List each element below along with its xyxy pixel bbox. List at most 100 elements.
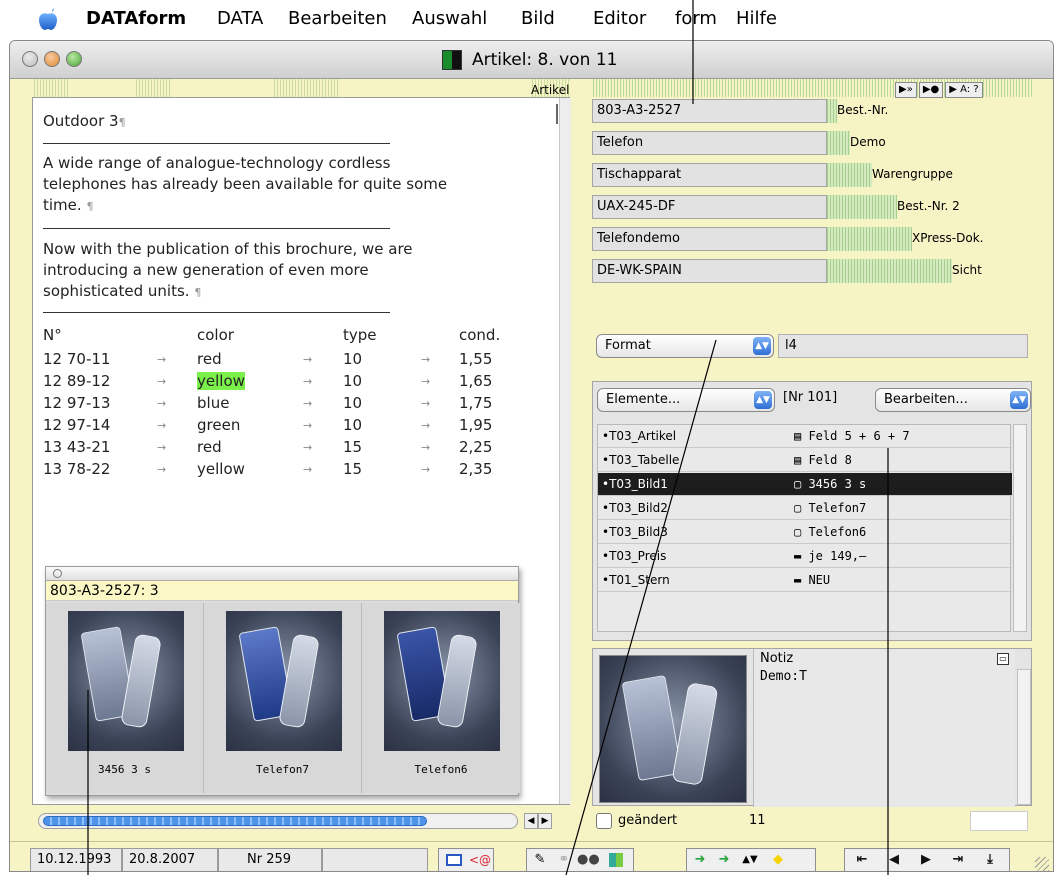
picker-image-cell[interactable]: Telefon6 [362, 603, 520, 793]
field-value[interactable]: Telefon [592, 131, 827, 155]
phone-photo-preview[interactable] [599, 655, 747, 803]
element-row[interactable]: •T03_Bild3 ▢ Telefon6 [598, 521, 1012, 544]
table-cell: green [197, 416, 241, 434]
next-record-icon[interactable]: ▶ [915, 851, 937, 869]
pencil-icon[interactable]: ✎ [529, 851, 551, 869]
bearbeiten-popup[interactable]: Bearbeiten... ▲▼ [875, 388, 1031, 412]
close-window-button[interactable] [22, 51, 38, 67]
move-tool-group: ➜ ➜ ▲▼ ◆ [686, 848, 816, 871]
table-cell: red [197, 438, 222, 456]
table-cell: 10 [343, 372, 363, 390]
changed-checkbox[interactable] [596, 813, 612, 829]
note-panel: Notiz Demo:T ▭ [592, 648, 1032, 807]
field-connector [827, 99, 837, 123]
article-text-editor[interactable]: Outdoor 3¶ A wide range of analogue-tech… [32, 97, 571, 805]
menu-bild[interactable]: Bild [521, 8, 555, 29]
window-view-icon[interactable] [443, 851, 465, 869]
table-cell: 10 [343, 394, 363, 412]
field-value[interactable]: UAX-245-DF [592, 195, 827, 219]
elements-popup[interactable]: Elemente... ▲▼ [597, 388, 775, 412]
tab-arrow-icon: → [157, 353, 167, 366]
green-arrow-right-icon[interactable]: ➜ [689, 851, 711, 869]
field-value[interactable]: Tischapparat [592, 163, 827, 187]
resize-grip-icon[interactable] [1035, 857, 1049, 871]
document-vertical-scrollbar[interactable] [559, 98, 571, 804]
table-header-color: color [197, 326, 234, 344]
element-name: •T03_Preis [602, 549, 667, 563]
element-row[interactable]: •T03_Tabelle ▤ Feld 8 [598, 449, 1012, 472]
changed-extra-field[interactable] [970, 811, 1028, 831]
field-value[interactable]: DE-WK-SPAIN [592, 259, 827, 283]
note-area[interactable]: Notiz Demo:T ▭ [753, 649, 1015, 807]
field-value[interactable]: Telefondemo [592, 227, 827, 251]
format-input[interactable]: l4 [778, 334, 1028, 358]
note-expand-icon[interactable]: ▭ [997, 653, 1009, 665]
table-cell: 1,95 [459, 416, 493, 434]
changed-label: geändert [618, 813, 678, 828]
artikel-field-label: Artikel [531, 83, 570, 97]
element-value: ▤ Feld 8 [794, 453, 852, 467]
thumbnail-caption: Telefon6 [414, 763, 468, 776]
picker-image-cell[interactable]: Telefon7 [204, 603, 362, 793]
main-window: Artikel: 8. von 11 Artikel Outdoor 3¶ A … [9, 40, 1054, 872]
format-popup[interactable]: Format ▲▼ [596, 334, 774, 358]
green-arrow-right-icon[interactable]: ➜ [713, 851, 735, 869]
unlink-icon[interactable]: ●● [577, 851, 600, 869]
field-value[interactable]: 803-A3-2527 [592, 99, 827, 123]
link-icon[interactable]: ⚭ [553, 851, 575, 869]
last-record-icon[interactable]: ⇥ [947, 851, 969, 869]
minimize-window-button[interactable] [44, 51, 60, 67]
menu-hilfe[interactable]: Hilfe [736, 8, 777, 29]
element-row[interactable]: •T03_Bild2 ▢ Telefon7 [598, 497, 1012, 520]
element-list-scrollbar[interactable] [1013, 424, 1027, 632]
element-row[interactable]: •T03_Artikel ▤ Feld 5 + 6 + 7 [598, 425, 1012, 448]
scroll-right-arrow-icon[interactable]: ▶ [538, 813, 552, 829]
element-row[interactable]: •T03_Preis ▬ je 149,– [598, 545, 1012, 568]
scroll-left-arrow-icon[interactable]: ◀ [524, 813, 538, 829]
phone-photo-thumbnail[interactable] [68, 611, 184, 751]
nav-next-button[interactable]: ▶» [895, 82, 917, 98]
menu-bearbeiten[interactable]: Bearbeiten [288, 8, 387, 29]
menu-app-dataform[interactable]: DATAform [86, 8, 186, 29]
yellow-arrow-left-icon[interactable]: ◆ [767, 851, 789, 869]
scroll-thumb[interactable] [43, 816, 427, 826]
picker-titlebar[interactable] [46, 567, 518, 581]
apple-menu-icon[interactable] [38, 8, 58, 30]
menu-auswahl[interactable]: Auswahl [412, 8, 487, 29]
element-value: ▢ Telefon7 [794, 501, 867, 515]
download-icon[interactable]: ⤓ [979, 851, 1001, 869]
tab-arrow-icon: → [303, 397, 313, 410]
email-link-icon[interactable]: <@ [469, 851, 491, 869]
previous-record-icon[interactable]: ◀ [883, 851, 905, 869]
phone-photo-thumbnail[interactable] [226, 611, 342, 751]
field-row: 803-A3-2527 Best.-Nr. [592, 99, 1032, 123]
menu-editor[interactable]: Editor [593, 8, 646, 29]
table-cell: 13 78-22 [43, 460, 111, 478]
document-proxy-icon[interactable] [442, 50, 462, 70]
phone-photo-thumbnail[interactable] [384, 611, 500, 751]
doc-para2-line3: sophisticated units. ¶ [43, 282, 202, 300]
element-name: •T03_Bild3 [602, 525, 668, 539]
menu-form[interactable]: form [675, 8, 717, 29]
element-row[interactable]: •T03_Bild1 ▢ 3456 3 s [598, 473, 1012, 496]
up-down-arrow-icon[interactable]: ▲▼ [739, 851, 761, 869]
title-bar[interactable]: Artikel: 8. von 11 [10, 41, 1053, 79]
picker-close-button[interactable] [53, 569, 62, 578]
menu-data[interactable]: DATA [217, 8, 263, 29]
thumbnail-caption: Telefon7 [256, 763, 309, 776]
first-record-icon[interactable]: ⇤ [851, 851, 873, 869]
table-header-cond: cond. [459, 326, 501, 344]
nav-query-button[interactable]: ▶ A: ? [945, 82, 983, 98]
element-row[interactable]: •T01_Stern ▬ NEU [598, 569, 1012, 592]
field-row: DE-WK-SPAIN Sicht [592, 259, 1032, 283]
table-header-nr: N° [43, 326, 62, 344]
picker-image-cell[interactable]: 3456 3 s [46, 603, 204, 793]
note-body[interactable]: Demo:T [760, 669, 807, 684]
nav-record-button[interactable]: ▶● [918, 82, 944, 98]
popup-arrows-icon: ▲▼ [753, 337, 771, 355]
note-scrollbar[interactable] [1017, 669, 1031, 805]
scroll-track[interactable] [38, 813, 518, 829]
color-blocks-icon[interactable] [605, 851, 627, 869]
document-horizontal-scrollbar[interactable]: ◀ ▶ [38, 811, 558, 831]
zoom-window-button[interactable] [66, 51, 82, 67]
